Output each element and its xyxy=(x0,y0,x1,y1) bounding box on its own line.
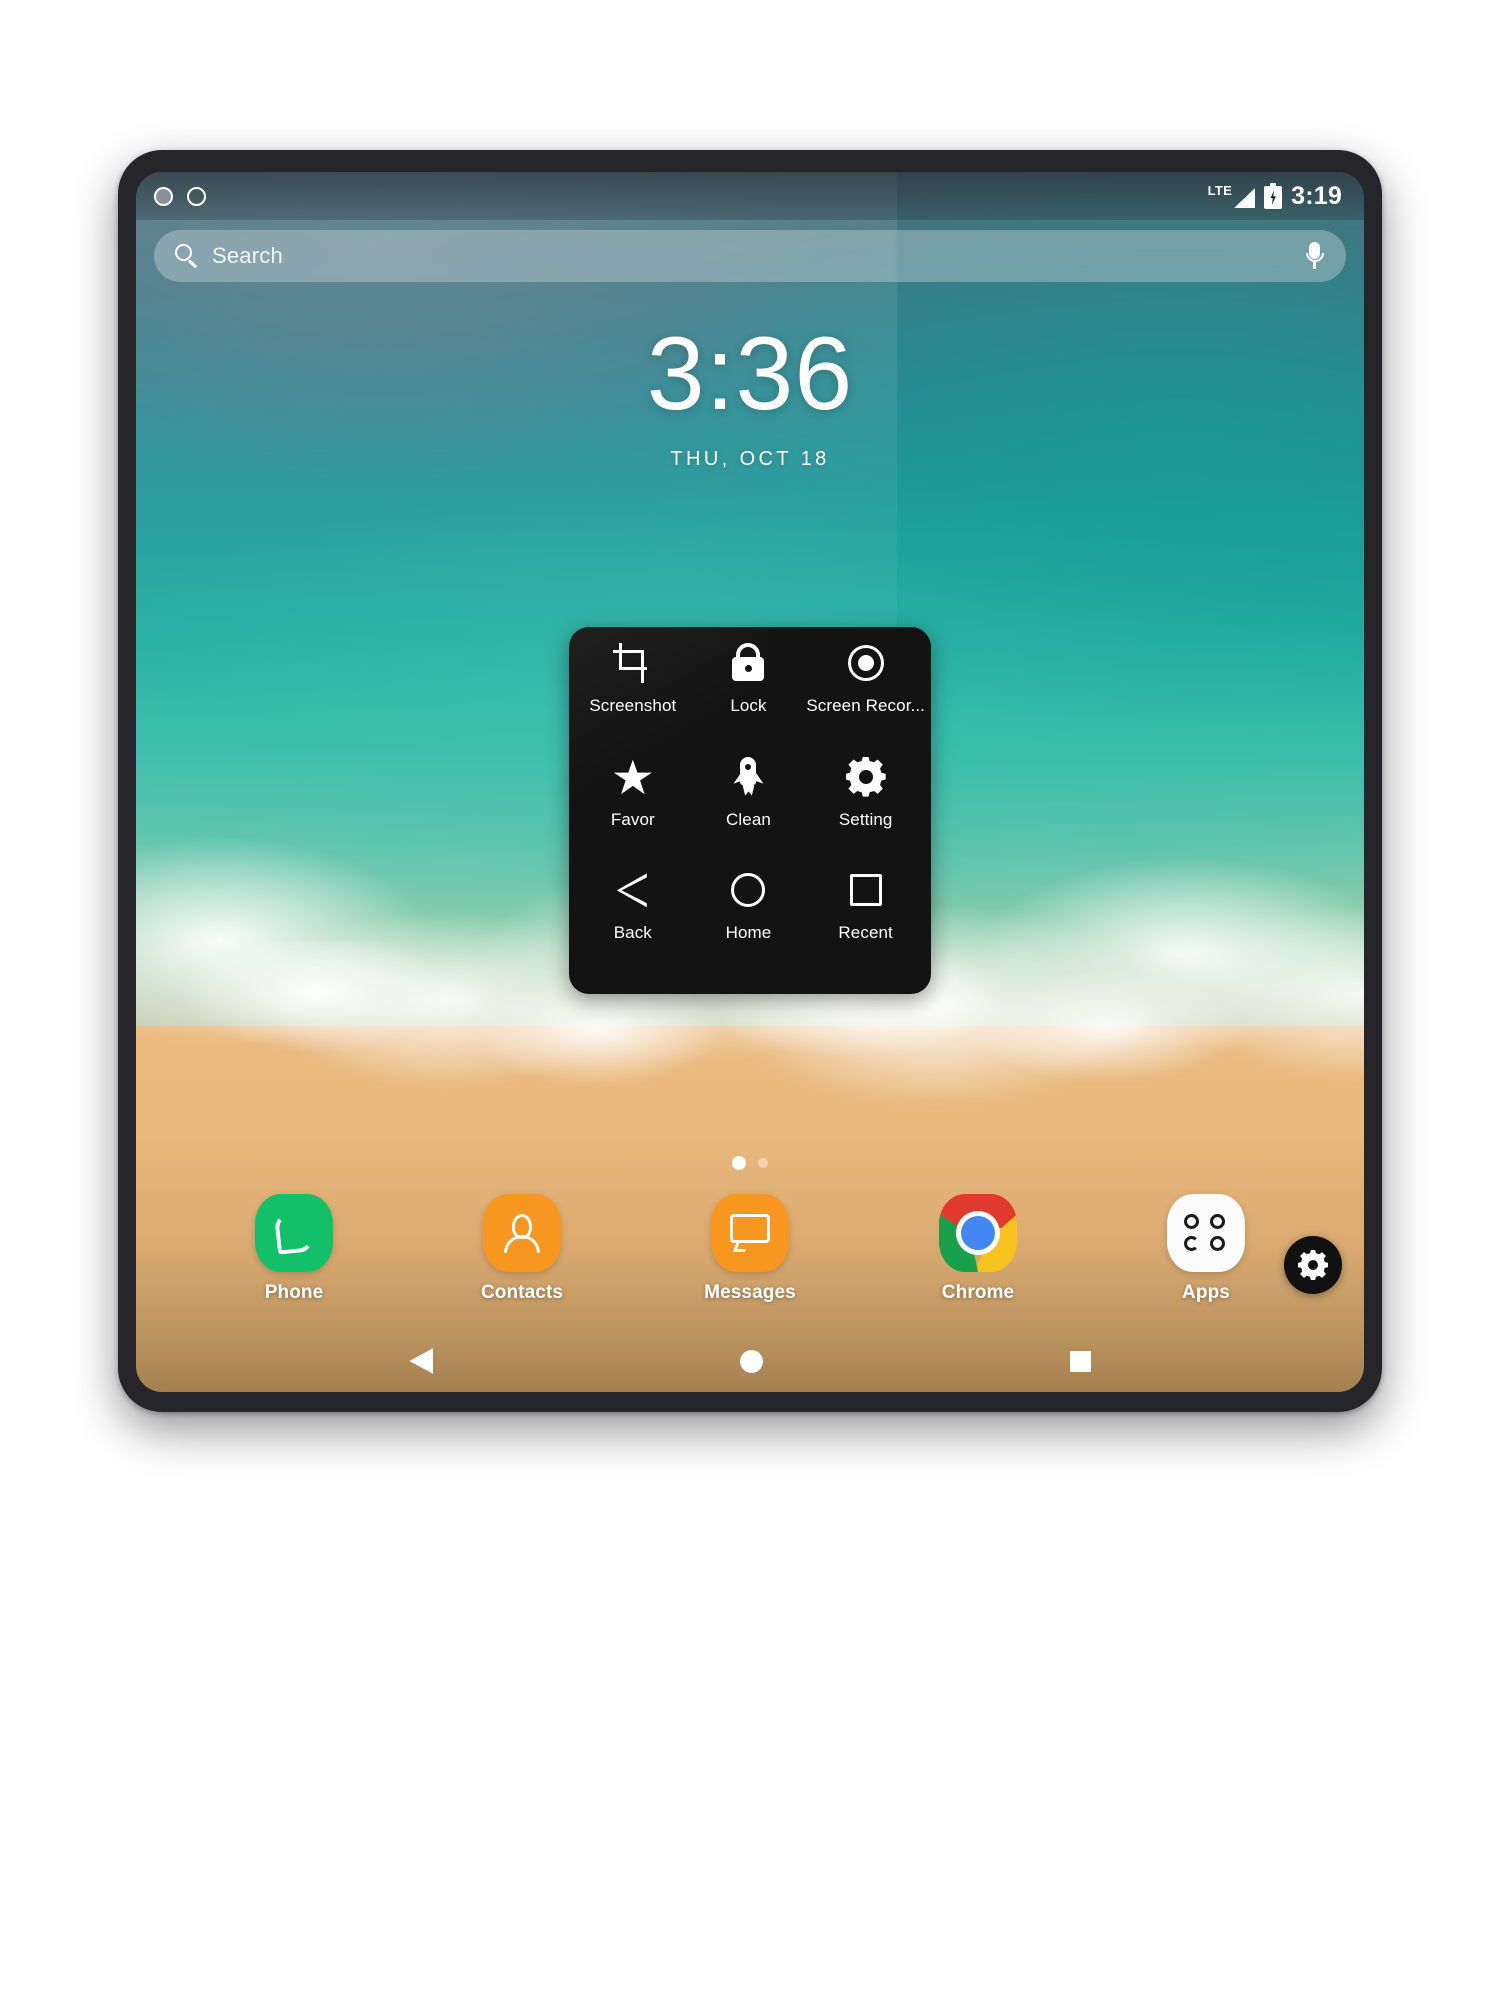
page-dot-active[interactable] xyxy=(732,1156,746,1170)
lock-icon xyxy=(728,643,768,683)
square-outline-icon xyxy=(846,870,886,910)
battery-charging-icon xyxy=(1264,183,1283,209)
chrome-logo-icon xyxy=(939,1194,1017,1272)
panel-item-label: Screen Recor... xyxy=(806,696,925,715)
dock-app-phone[interactable]: Phone xyxy=(239,1194,349,1304)
search-input[interactable]: Search xyxy=(212,243,283,269)
status-bar-right: LTE 3:19 xyxy=(1208,182,1342,211)
dock-app-contacts[interactable]: Contacts xyxy=(467,1194,577,1304)
panel-item-label: Lock xyxy=(730,696,767,715)
dock-app-apps[interactable]: Apps xyxy=(1151,1194,1261,1304)
dock-app-messages[interactable]: Messages xyxy=(695,1194,805,1304)
panel-item-screenshot[interactable]: Screenshot xyxy=(575,643,691,757)
circle-filled-indicator-icon xyxy=(154,186,173,206)
nav-home-button[interactable] xyxy=(739,1349,763,1373)
circle-outline-indicator-icon xyxy=(187,186,206,206)
panel-item-lock[interactable]: Lock xyxy=(691,643,807,757)
panel-item-recent[interactable]: Recent xyxy=(806,870,925,984)
panel-item-favor[interactable]: Favor xyxy=(575,757,691,871)
clock-time: 3:36 xyxy=(646,316,854,432)
assistive-panel-grid: Screenshot Lock Screen Recor... Favor Cl… xyxy=(575,643,925,984)
apps-grid-icon xyxy=(1183,1213,1229,1253)
panel-item-label: Recent xyxy=(838,923,893,943)
phone-handset-icon xyxy=(272,1211,316,1255)
gear-icon xyxy=(1298,1250,1328,1280)
panel-item-label: Setting xyxy=(838,809,893,829)
messages-app-icon xyxy=(711,1194,789,1272)
dock: Phone Contacts Messages Chrome Apps xyxy=(136,1194,1364,1304)
nav-recent-button[interactable] xyxy=(1069,1350,1091,1372)
chrome-app-icon xyxy=(939,1194,1017,1272)
panel-item-setting[interactable]: Setting xyxy=(806,756,925,871)
signal-bars-icon: LTE xyxy=(1208,184,1256,208)
dock-app-label: Phone xyxy=(264,1282,324,1303)
navigation-bar xyxy=(136,1330,1364,1392)
tablet-device-frame: LTE 3:19 Search 3:36 THU, OCT 18 Screens… xyxy=(118,150,1382,1412)
search-icon xyxy=(174,243,200,269)
dock-app-label: Chrome xyxy=(941,1282,1015,1303)
assistive-touch-panel[interactable]: Screenshot Lock Screen Recor... Favor Cl… xyxy=(569,627,931,994)
panel-item-label: Screenshot xyxy=(589,696,677,715)
status-bar: LTE 3:19 xyxy=(136,172,1364,220)
dock-app-label: Apps xyxy=(1182,1282,1230,1303)
panel-item-label: Back xyxy=(613,923,652,943)
panel-item-clean[interactable]: Clean xyxy=(691,756,807,871)
microphone-icon[interactable] xyxy=(1304,242,1324,270)
status-bar-clock: 3:19 xyxy=(1291,181,1342,210)
star-icon xyxy=(613,757,653,797)
page-root: LTE 3:19 Search 3:36 THU, OCT 18 Screens… xyxy=(0,0,1500,2000)
nav-back-button[interactable] xyxy=(409,1348,434,1374)
panel-item-label: Home xyxy=(725,923,772,943)
status-bar-left xyxy=(154,186,206,206)
page-dot-inactive[interactable] xyxy=(758,1158,768,1168)
circle-outline-icon xyxy=(728,870,768,910)
clock-widget[interactable]: 3:36 THU, OCT 18 xyxy=(136,322,1364,471)
search-bar[interactable]: Search xyxy=(154,230,1346,282)
panel-item-label: Favor xyxy=(610,809,655,829)
signal-strength-bars xyxy=(1234,188,1256,208)
gear-icon xyxy=(845,756,886,797)
panel-item-back[interactable]: Back xyxy=(575,870,691,984)
panel-item-label: Clean xyxy=(726,809,771,829)
device-screen: LTE 3:19 Search 3:36 THU, OCT 18 Screens… xyxy=(136,172,1364,1392)
chat-bubble-icon xyxy=(728,1212,772,1254)
panel-item-screen-record[interactable]: Screen Recor... xyxy=(806,643,925,757)
floating-settings-button[interactable] xyxy=(1284,1236,1342,1294)
phone-app-icon xyxy=(255,1194,333,1272)
page-indicator xyxy=(136,1156,1364,1170)
rocket-icon xyxy=(728,756,768,797)
dock-app-label: Messages xyxy=(704,1282,796,1303)
dock-app-label: Contacts xyxy=(480,1282,564,1303)
panel-item-home[interactable]: Home xyxy=(691,870,807,984)
crop-icon xyxy=(612,643,653,683)
apps-drawer-icon xyxy=(1167,1194,1245,1272)
triangle-left-icon xyxy=(613,870,653,910)
network-type-label: LTE xyxy=(1207,183,1233,198)
dock-app-chrome[interactable]: Chrome xyxy=(923,1194,1033,1304)
contact-person-icon xyxy=(500,1211,544,1255)
contacts-app-icon xyxy=(483,1194,561,1272)
clock-date: THU, OCT 18 xyxy=(670,448,830,470)
record-icon xyxy=(846,643,886,683)
